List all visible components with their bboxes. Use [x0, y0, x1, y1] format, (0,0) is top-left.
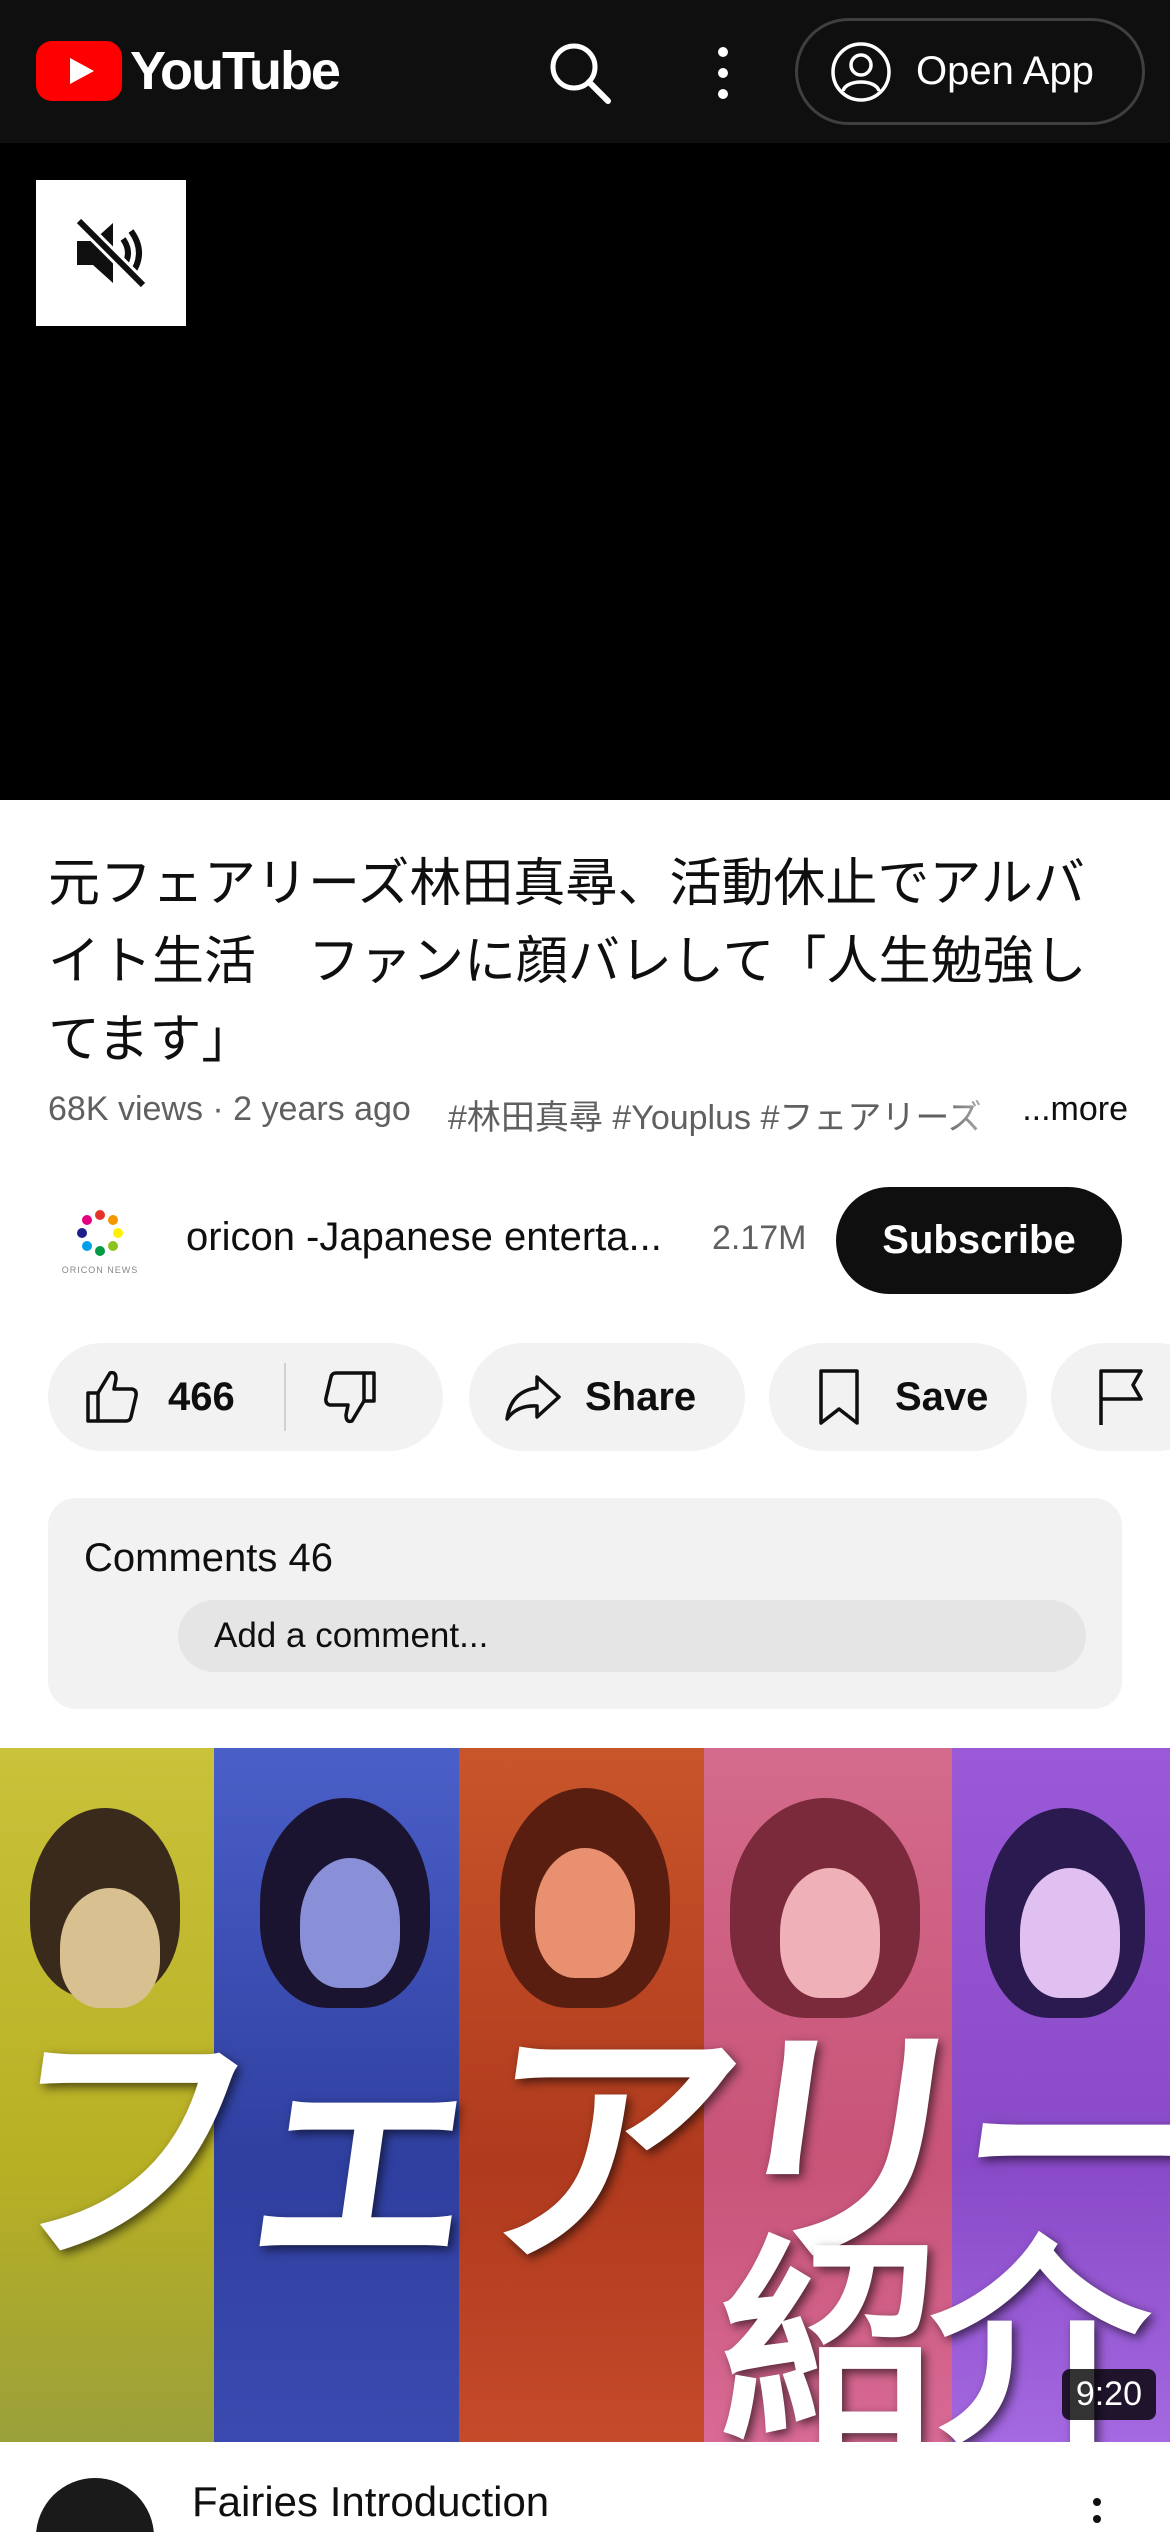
share-button[interactable]: Share	[469, 1343, 745, 1451]
open-app-button[interactable]: Open App	[795, 18, 1145, 125]
open-app-label: Open App	[916, 49, 1094, 93]
subscriber-count: 2.17M	[712, 1219, 807, 1257]
next-video-thumbnail[interactable]: フェアリーズ 紹介 9:20	[0, 1748, 1170, 2442]
report-button[interactable]	[1051, 1343, 1170, 1451]
next-channel-avatar[interactable]	[36, 2478, 154, 2532]
add-comment-input[interactable]: Add a comment...	[178, 1600, 1086, 1672]
like-divider	[284, 1363, 286, 1431]
bookmark-icon	[819, 1369, 859, 1425]
top-app-bar: YouTube Open App	[0, 0, 1170, 143]
youtube-logo[interactable]: YouTube	[36, 40, 341, 102]
channel-avatar[interactable]: ORICON NEWS	[48, 1188, 152, 1292]
more-link[interactable]: ...more	[1022, 1090, 1128, 1129]
flag-icon	[1099, 1369, 1143, 1425]
video-player[interactable]	[0, 143, 1170, 800]
next-video-title[interactable]: Fairies Introduction	[192, 2478, 549, 2526]
next-video-row[interactable]: Fairies Introduction	[0, 2442, 1170, 2532]
save-label: Save	[895, 1374, 989, 1419]
video-title[interactable]: 元フェアリーズ林田真尋、活動休止でアルバイト生活 ファンに顔バレして「人生勉強し…	[48, 845, 1128, 1079]
comments-title: Comments 46	[84, 1536, 333, 1580]
account-icon	[831, 41, 891, 102]
more-vert-icon[interactable]	[700, 38, 746, 108]
duration-badge: 9:20	[1061, 2369, 1156, 2420]
hashtags[interactable]: #林田真尋 #Youplus #フェアリーズ	[448, 1090, 1028, 1139]
volume-off-icon	[74, 216, 148, 290]
like-count: 466	[168, 1374, 235, 1419]
like-dislike-pill: 466	[48, 1343, 443, 1451]
channel-avatar-text: ORICON NEWS	[61, 1265, 139, 1275]
save-button[interactable]: Save	[769, 1343, 1027, 1451]
views-and-age: 68K views · 2 years ago	[48, 1090, 411, 1128]
more-vert-icon[interactable]	[1082, 2494, 1112, 2532]
youtube-play-icon	[36, 41, 122, 101]
comments-panel[interactable]: Comments 46 Add a comment...	[48, 1498, 1122, 1709]
channel-row[interactable]: ORICON NEWS oricon -Japanese enterta... …	[0, 1185, 1170, 1295]
channel-name[interactable]: oricon -Japanese enterta...	[186, 1215, 662, 1260]
oricon-logo-icon	[77, 1210, 123, 1256]
thumb-up-icon	[86, 1370, 138, 1423]
share-icon	[505, 1375, 561, 1421]
logo-text: YouTube	[130, 41, 341, 101]
subscribe-button[interactable]: Subscribe	[836, 1187, 1122, 1294]
search-icon[interactable]	[545, 38, 615, 108]
share-label: Share	[585, 1374, 697, 1419]
thumb-down-icon[interactable]	[320, 1367, 380, 1427]
unmute-button[interactable]	[36, 180, 186, 326]
like-button[interactable]: 466	[82, 1343, 292, 1451]
action-bar: 466 Share Save	[48, 1343, 1170, 1451]
video-metadata[interactable]: 68K views · 2 years ago #林田真尋 #Youplus #…	[48, 1090, 1128, 1140]
